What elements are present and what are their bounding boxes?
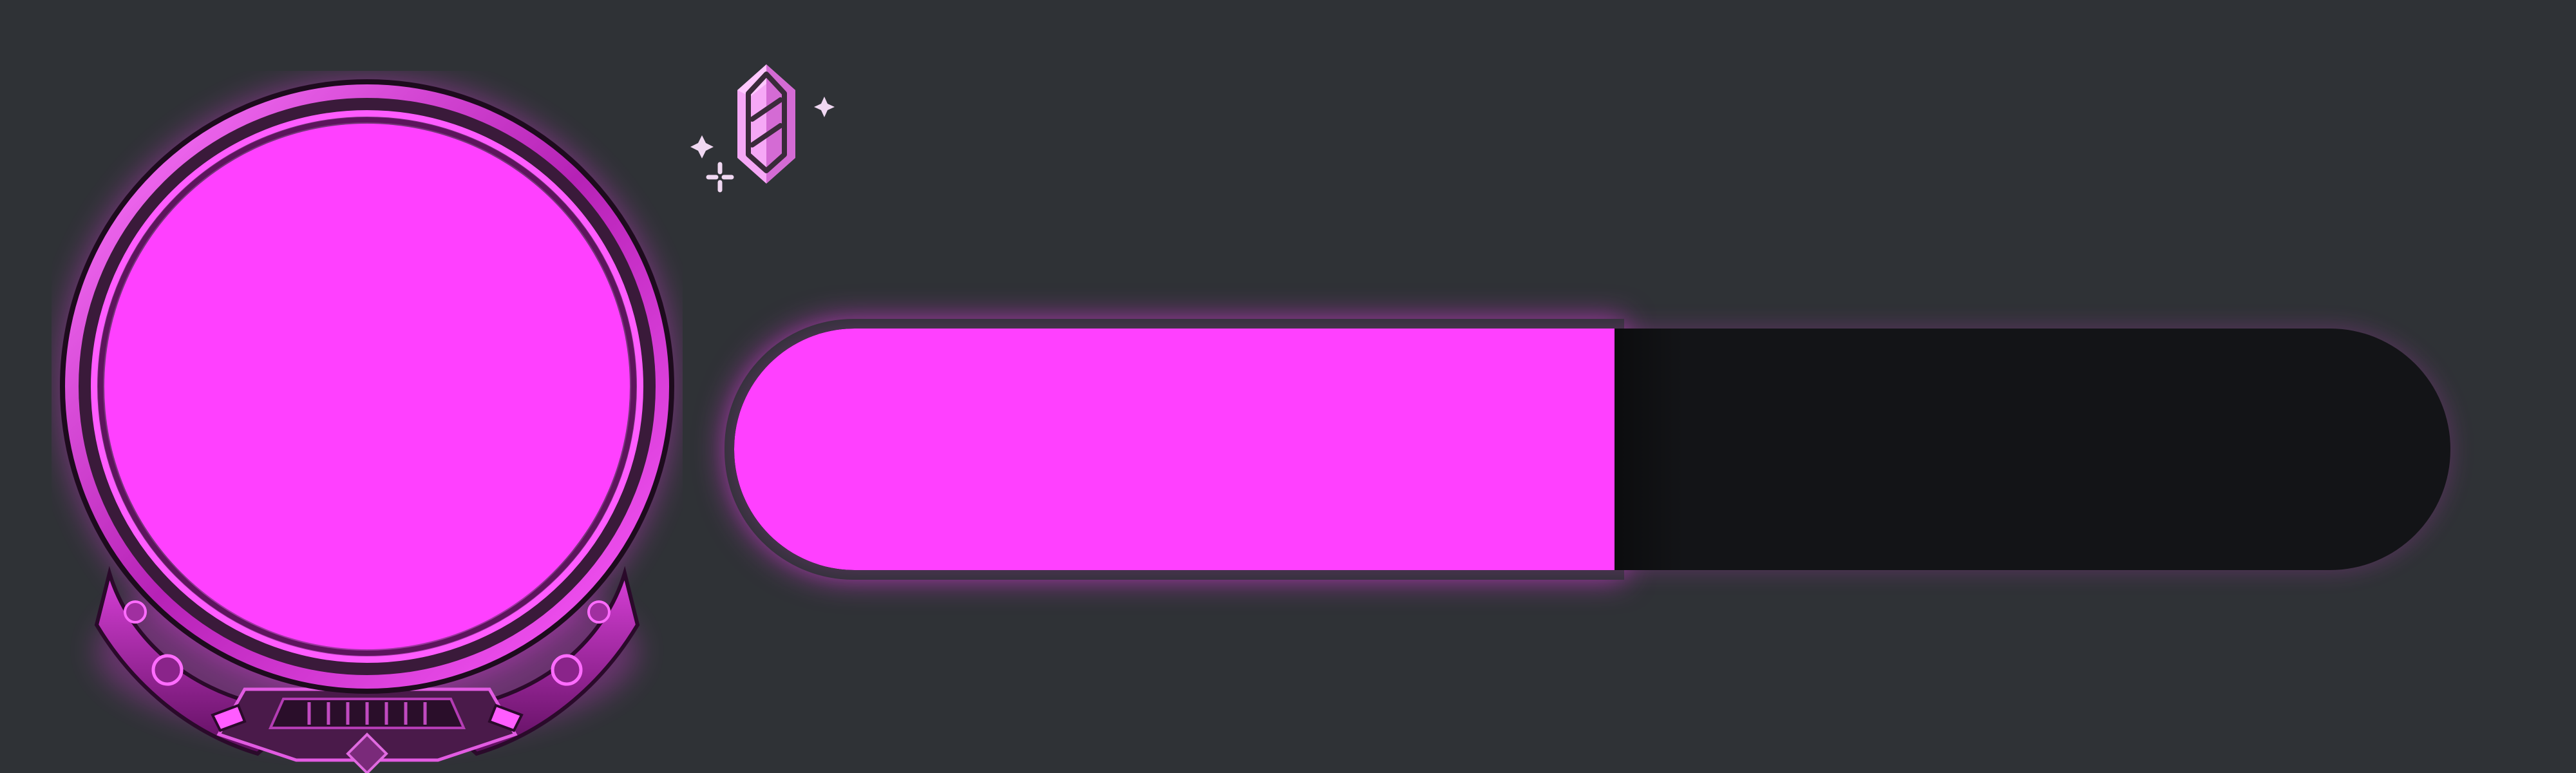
xp-progress-fill [734,329,1615,570]
sparkle-cross-icon [706,162,734,193]
crystal-gem-icon [690,64,835,193]
sparkle-icon [814,97,835,117]
avatar-frame[interactable] [52,71,683,773]
avatar [104,124,630,649]
profile-xp-widget [0,0,2576,773]
circular-avatar-frame-icon [58,77,676,773]
xp-progress-bar [734,329,2450,570]
level-badge [689,58,844,200]
xp-progress-edge [1615,329,1686,570]
sparkle-icon [690,135,714,158]
